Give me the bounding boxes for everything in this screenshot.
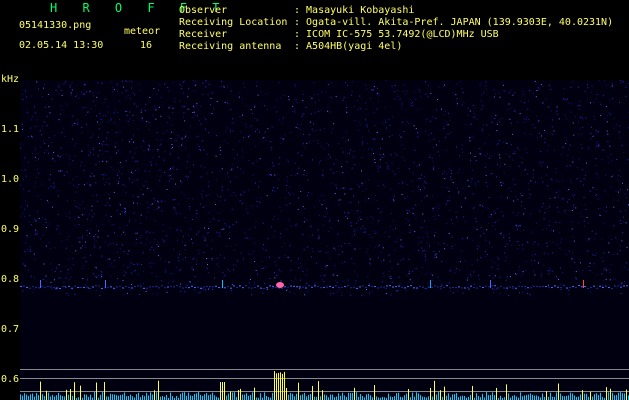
frequency-tick-label: 0.8 [1, 274, 20, 285]
echo-tick [40, 280, 41, 288]
reference-line [20, 369, 629, 370]
meteor-count: 16 [140, 40, 153, 51]
info-label-receiver: Receiver [179, 29, 228, 40]
frequency-tick-label: 0.9 [1, 224, 20, 235]
echo-tick [490, 280, 491, 288]
info-value-receiver: : ICOM IC-575 53.7492(@LCD)MHz USB [294, 29, 499, 40]
file-name: 05141330.png [19, 20, 92, 31]
info-value-location: : Ogata-vill. Akita-Pref. JAPAN (139.930… [294, 17, 614, 28]
info-label-location: Receiving Location [179, 17, 288, 28]
echo-tick [222, 280, 223, 288]
info-label-antenna: Receiving antenna [179, 41, 282, 52]
spectrogram [20, 80, 629, 400]
frequency-tick-label: 0.6 [1, 374, 20, 385]
meteor-echo [276, 282, 284, 288]
echo-tick [430, 280, 431, 288]
reference-line [20, 378, 629, 379]
frequency-tick-label: 1.0 [1, 174, 20, 185]
file-datetime: 02.05.14 13:30 [19, 40, 104, 51]
info-value-observer: : Masayuki Kobayashi [294, 5, 415, 16]
echo-tick [105, 280, 106, 288]
info-label-observer: Observer [179, 5, 228, 16]
frequency-tick-label: 0.7 [1, 324, 20, 335]
frequency-tick-label: 1.1 [1, 124, 20, 135]
meteor-label: meteor [124, 26, 161, 37]
echo-tick [583, 280, 584, 288]
unit-label: kHz [1, 74, 20, 85]
info-value-antenna: : A504HB(yagi 4el) [294, 41, 403, 52]
reference-line [20, 391, 629, 392]
